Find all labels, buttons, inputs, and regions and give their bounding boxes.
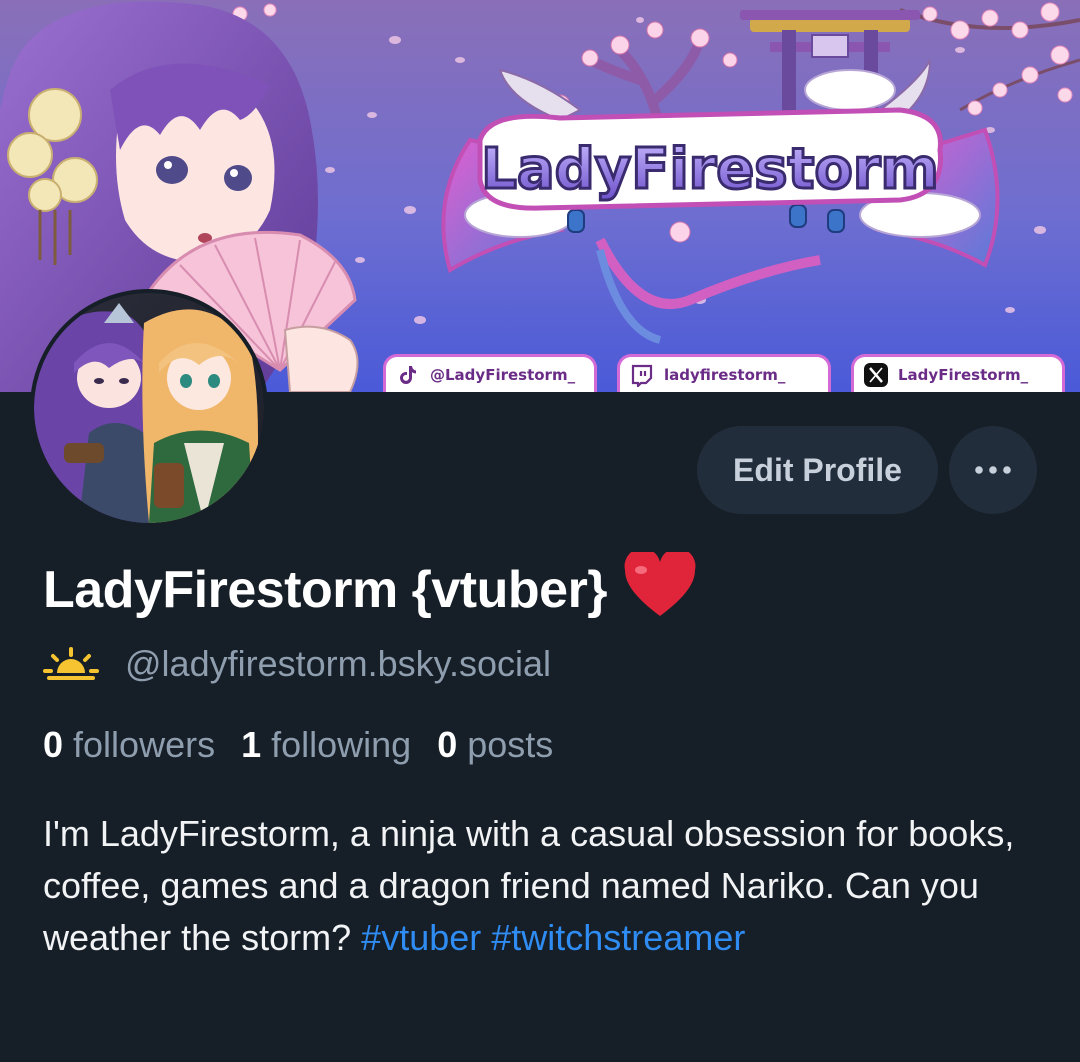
banner-twitch-pill: ladyfirestorm_ <box>617 354 831 392</box>
profile-bio: I'm LadyFirestorm, a ninja with a casual… <box>43 808 1043 964</box>
followers-count: 0 <box>43 724 64 765</box>
heart-icon <box>623 548 697 627</box>
more-options-button[interactable] <box>949 426 1037 514</box>
followers-label: followers <box>73 724 216 765</box>
twitch-icon <box>630 363 654 387</box>
profile-page: LadyFirestorm @LadyFirestorm_ ladyfirest… <box>0 0 1080 1062</box>
edit-profile-button[interactable]: Edit Profile <box>697 426 938 514</box>
display-name-text: LadyFirestorm {vtuber} <box>43 560 608 619</box>
x-icon <box>864 362 888 387</box>
x-handle: LadyFirestorm_ <box>898 365 1029 384</box>
banner-logo-text: LadyFirestorm <box>481 137 939 202</box>
profile-display-name: LadyFirestorm {vtuber} <box>43 548 697 627</box>
following-label: following <box>271 724 412 765</box>
hashtag-link-twitchstreamer[interactable]: #twitchstreamer <box>491 917 745 958</box>
posts-label: posts <box>467 724 554 765</box>
twitch-handle: ladyfirestorm_ <box>664 365 786 384</box>
profile-stats: 0 followers 1 following 0 posts <box>43 724 553 766</box>
more-horizontal-icon <box>975 466 1011 474</box>
following-stat[interactable]: 1 following <box>241 724 411 766</box>
avatar-image <box>34 293 264 523</box>
followers-stat[interactable]: 0 followers <box>43 724 215 766</box>
sunrise-icon <box>43 647 99 680</box>
profile-handle: @ladyfirestorm.bsky.social <box>125 643 551 684</box>
avatar[interactable] <box>30 289 268 527</box>
tiktok-handle: @LadyFirestorm_ <box>430 365 576 384</box>
handle-row: @ladyfirestorm.bsky.social <box>43 640 551 688</box>
tiktok-icon <box>396 363 420 387</box>
banner-tiktok-pill: @LadyFirestorm_ <box>383 354 597 392</box>
posts-count: 0 <box>437 724 458 765</box>
hashtag-link-vtuber[interactable]: #vtuber <box>361 917 481 958</box>
banner-x-pill: LadyFirestorm_ <box>851 354 1065 392</box>
posts-stat: 0 posts <box>437 724 553 766</box>
following-count: 1 <box>241 724 262 765</box>
